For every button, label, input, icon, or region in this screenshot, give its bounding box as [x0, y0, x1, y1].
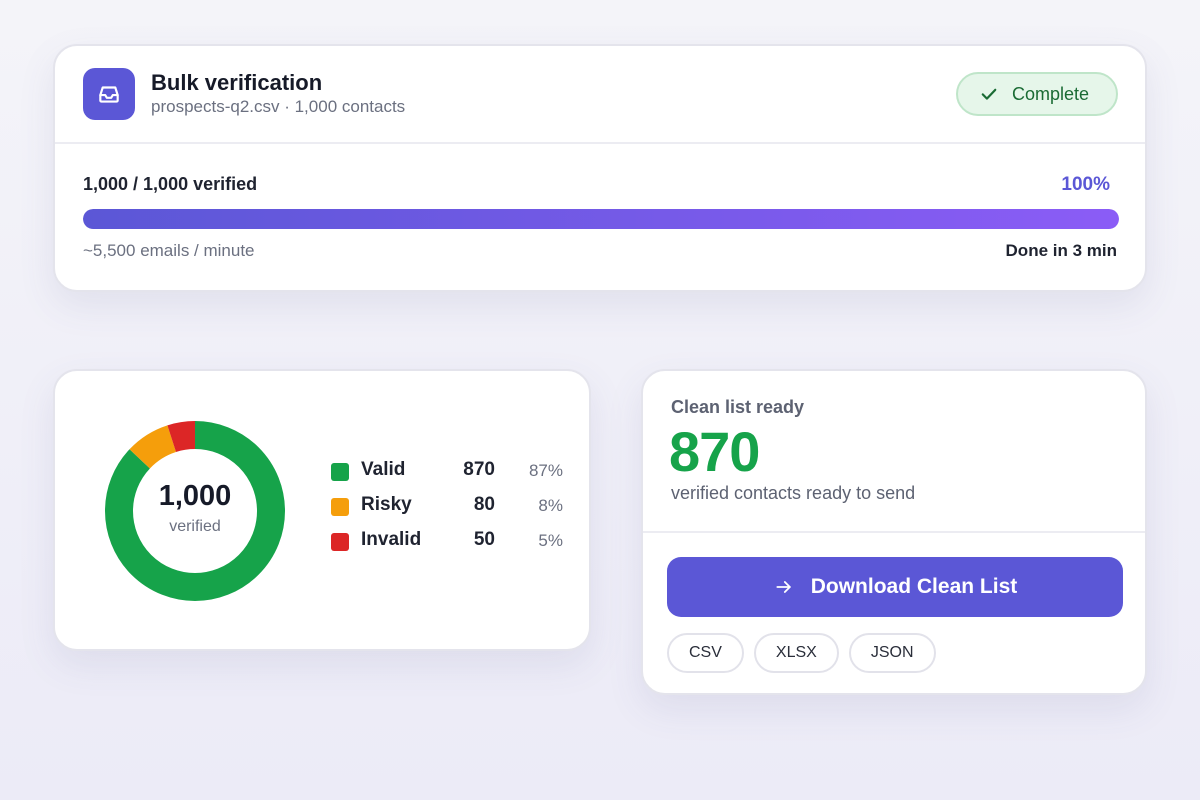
- format-chip-xlsx[interactable]: XLSX: [753, 633, 839, 673]
- verification-job-card: Bulk verification prospects-q2.csv · 1,0…: [53, 44, 1147, 292]
- results-legend: Valid 870 87% Risky 80 8% Invalid 50 5%: [331, 459, 571, 564]
- format-chip-json[interactable]: JSON: [848, 633, 936, 673]
- results-breakdown-card: 1,000 verified Valid 870 87% Risky 80 8%…: [53, 369, 591, 651]
- legend-percent: 8%: [538, 496, 563, 515]
- progress-label: 1,000 / 1,000 verified: [83, 174, 258, 194]
- clean-list-heading: Clean list ready: [671, 397, 805, 417]
- status-badge: Complete: [956, 72, 1118, 116]
- legend-swatch: [331, 533, 349, 551]
- verification-rate: ~5,500 emails / minute: [83, 241, 255, 260]
- clean-list-summary: Clean list ready 870 verified contacts r…: [643, 371, 1145, 533]
- clean-list-count: 870: [669, 420, 760, 483]
- legend-item-risky: Risky 80 8%: [331, 494, 571, 529]
- legend-count: 80: [473, 494, 495, 515]
- progress-percent: 100%: [1061, 174, 1110, 195]
- legend-swatch: [331, 498, 349, 516]
- legend-count: 50: [473, 529, 495, 550]
- legend-swatch: [331, 463, 349, 481]
- format-chip-csv[interactable]: CSV: [667, 633, 744, 673]
- progress-bar-fill: [83, 209, 1119, 229]
- results-donut-chart: 1,000 verified: [105, 421, 285, 601]
- legend-percent: 87%: [528, 461, 563, 480]
- donut-total: 1,000: [159, 480, 232, 512]
- status-label: Complete: [1012, 83, 1090, 104]
- legend-item-invalid: Invalid 50 5%: [331, 529, 571, 564]
- format-options: CSV XLSX JSON: [667, 633, 936, 673]
- completion-time: Done in 3 min: [1005, 241, 1117, 260]
- inbox-icon: [83, 68, 135, 120]
- job-header: Bulk verification prospects-q2.csv · 1,0…: [55, 46, 1145, 144]
- job-subtitle: prospects-q2.csv · 1,000 contacts: [151, 97, 406, 116]
- check-icon: [978, 83, 1000, 105]
- arrow-right-icon: [773, 576, 795, 598]
- job-title: Bulk verification: [151, 70, 323, 95]
- donut-total-label: verified: [169, 518, 221, 535]
- legend-label: Risky: [361, 494, 412, 515]
- clean-list-description: verified contacts ready to send: [671, 483, 916, 503]
- clean-list-card: Clean list ready 870 verified contacts r…: [641, 369, 1147, 695]
- progress-bar: [83, 209, 1119, 229]
- legend-count: 870: [463, 459, 495, 480]
- download-button-label: Download Clean List: [810, 575, 1018, 598]
- legend-percent: 5%: [538, 531, 563, 550]
- legend-label: Valid: [361, 459, 406, 480]
- legend-item-valid: Valid 870 87%: [331, 459, 571, 494]
- download-clean-list-button[interactable]: Download Clean List: [667, 557, 1123, 617]
- legend-label: Invalid: [361, 529, 422, 550]
